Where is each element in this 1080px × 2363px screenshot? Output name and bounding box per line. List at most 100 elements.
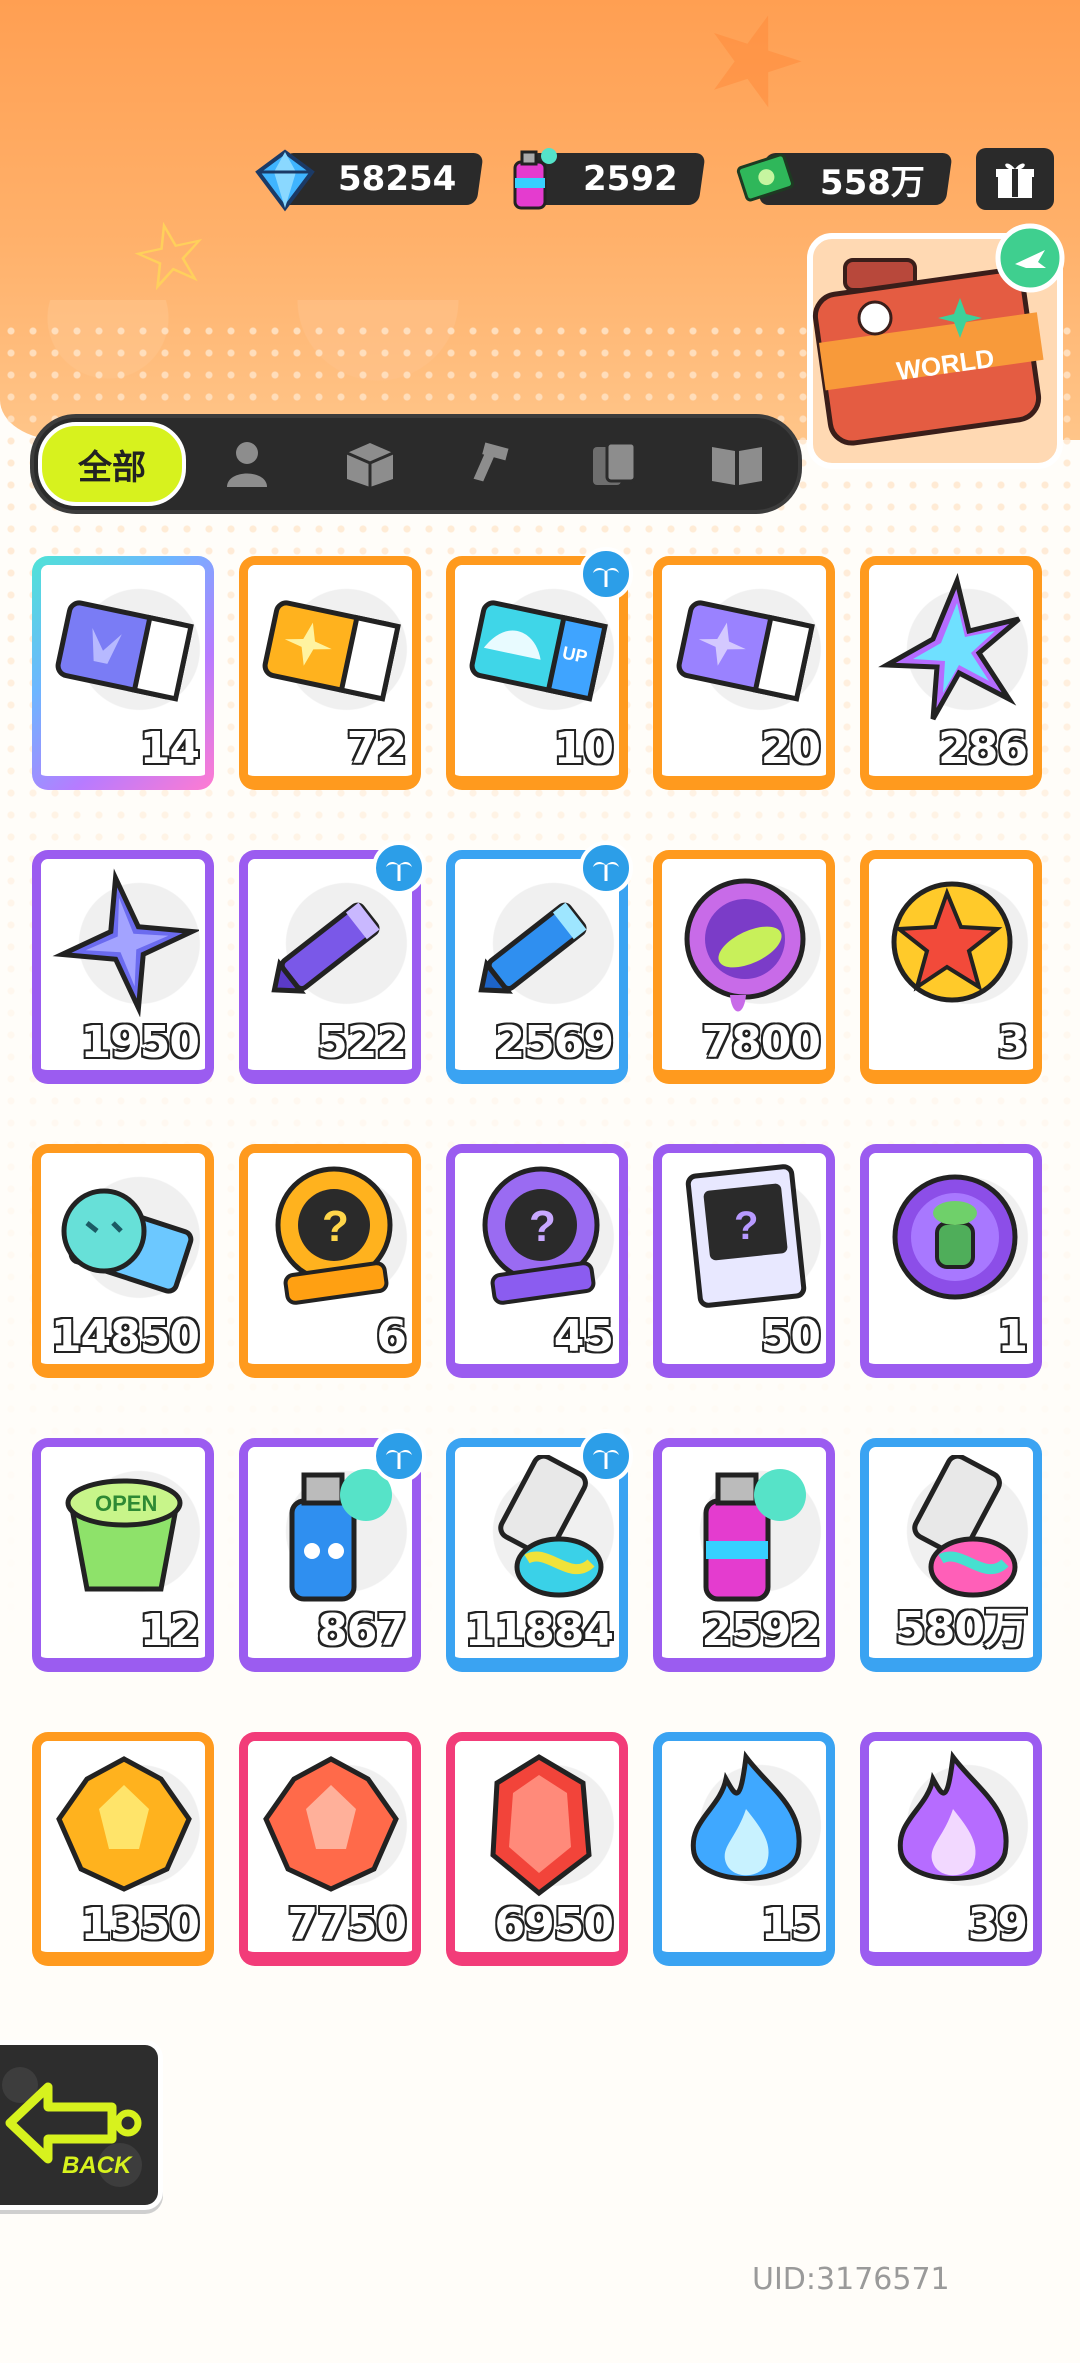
item-count: 14850 (50, 1310, 201, 1363)
item-count: 11884 (464, 1604, 615, 1657)
tab-character[interactable] (186, 426, 308, 502)
inventory-item-deity-purple[interactable]: ? 45 (446, 1144, 628, 1378)
svg-text:?: ? (529, 1202, 556, 1251)
tab-books[interactable] (676, 426, 798, 502)
spray-can-icon (513, 148, 557, 210)
tab-weapons[interactable] (431, 426, 553, 502)
item-count: 7800 (701, 1016, 822, 1069)
cash-icon (736, 153, 794, 202)
item-count: 12 (139, 1604, 201, 1657)
star-doodle-icon: ☆ (119, 195, 221, 316)
diamond-icon (255, 149, 315, 212)
item-count: 50 (760, 1310, 822, 1363)
cash-amount: 558万 (820, 162, 925, 203)
item-count: 39 (967, 1898, 1029, 1951)
svg-text:?: ? (734, 1204, 758, 1248)
item-count: 10 (553, 722, 615, 775)
star-blue-icon (52, 868, 199, 1017)
tab-all[interactable]: 全部 (38, 422, 186, 506)
currency-diamond[interactable]: 58254 (250, 149, 484, 212)
gem-gold-icon (56, 1756, 192, 1892)
currency-spray[interactable]: 2592 (495, 148, 706, 210)
svg-text:OPEN: OPEN (95, 1491, 157, 1516)
ticket-gold-icon (262, 600, 401, 702)
gem-red-icon (263, 1756, 399, 1892)
cool-badge-icon (684, 878, 806, 1012)
deity-gold-icon: ? (275, 1166, 393, 1305)
back-arrow-icon: BACK (2, 2067, 142, 2187)
inventory-item-season-ticket[interactable]: 14850 (32, 1144, 214, 1378)
inventory-item-ticket-purple[interactable]: 14 (32, 556, 214, 790)
palm-tree-badge-icon (579, 841, 633, 895)
tube-pink-icon (912, 1455, 1018, 1598)
svg-text:?: ? (322, 1202, 349, 1251)
inventory-item-ticket-violet[interactable]: 20 (653, 556, 835, 790)
palm-tree-badge-icon (579, 547, 633, 601)
item-count: 6950 (494, 1898, 615, 1951)
back-button[interactable]: BACK (0, 2040, 163, 2210)
currency-cash[interactable]: 558万 (732, 150, 953, 208)
user-id: UID:3176571 (752, 2262, 950, 2297)
item-count: 2592 (701, 1604, 822, 1657)
inventory-item-open-cup[interactable]: OPEN 12 (32, 1438, 214, 1672)
ticket-violet-icon (676, 600, 815, 702)
inventory-item-gem-gold[interactable]: 1350 (32, 1732, 214, 1966)
item-count: 1950 (80, 1016, 201, 1069)
inventory-item-ticket-gold[interactable]: 72 (239, 556, 421, 790)
crystal-red-icon (490, 1754, 592, 1897)
inventory-item-tube-blue[interactable]: 11884 (446, 1429, 633, 1672)
item-count: 1350 (80, 1898, 201, 1951)
inventory-item-tube-pink[interactable]: 580万 (860, 1438, 1042, 1672)
cards-icon (593, 441, 637, 485)
palm-tree-badge-icon (372, 841, 426, 895)
flame-blue-icon (690, 1750, 802, 1881)
spray-amount: 2592 (583, 159, 678, 199)
item-count: 45 (553, 1310, 615, 1363)
inventory-item-crayon-purple[interactable]: 522 (239, 841, 426, 1084)
inventory-item-ticket-wave[interactable]: UP 10 (446, 547, 633, 790)
item-count: 6 (375, 1310, 408, 1363)
pet-ball-icon (892, 1174, 1018, 1300)
inventory-item-flame-purple[interactable]: 39 (860, 1732, 1042, 1966)
flame-purple-icon (897, 1750, 1009, 1881)
open-cup-icon: OPEN (65, 1478, 183, 1592)
tab-items[interactable] (308, 426, 430, 502)
ticket-purple-icon (55, 600, 194, 702)
inventory-item-crayon-blue[interactable]: 2569 (446, 841, 633, 1084)
item-count: 3 (996, 1016, 1029, 1069)
item-count: 14 (139, 722, 201, 775)
inventory-item-cool-badge[interactable]: 7800 (653, 850, 835, 1084)
inventory-item-star-blue[interactable]: 1950 (32, 850, 214, 1084)
suitcase-icon: WORLD (807, 223, 1065, 469)
inventory-item-deity-gold[interactable]: ? 6 (239, 1144, 421, 1378)
item-count: 867 (316, 1604, 408, 1657)
category-tab-bar: 全部 (30, 414, 802, 514)
star-rainbow-icon (878, 573, 1021, 721)
inventory-item-star-badge[interactable]: 3 (860, 850, 1042, 1084)
palm-tree-badge-icon (372, 1429, 426, 1483)
item-count: 2569 (494, 1016, 615, 1069)
inventory-item-spray-pink[interactable]: 2592 (653, 1438, 835, 1672)
world-suitcase-button[interactable]: WORLD (800, 218, 1070, 478)
inventory-item-star-rainbow[interactable]: 286 (860, 556, 1042, 790)
tab-cards[interactable] (553, 426, 675, 502)
inventory-item-spray-blue[interactable]: 867 (239, 1429, 426, 1672)
gift-button[interactable] (976, 148, 1054, 210)
deity-purple-icon: ? (482, 1166, 600, 1305)
gun-icon (473, 442, 509, 482)
item-count: 286 (937, 722, 1029, 775)
inventory-item-gem-red[interactable]: 7750 (239, 1732, 421, 1966)
inventory-grid: 14 72 UP 10 20 286 1950 522 2569 7800 3 14850? 6? 45?… (32, 547, 1052, 1966)
inventory-item-crystal-red[interactable]: 6950 (446, 1732, 628, 1966)
item-count: 72 (346, 722, 408, 775)
item-count: 522 (316, 1016, 408, 1069)
palm-tree-badge-icon (579, 1429, 633, 1483)
season-ticket-icon (61, 1188, 194, 1294)
inventory-item-travel-card[interactable]: ? 50 (653, 1144, 835, 1378)
item-count: 15 (760, 1898, 822, 1951)
gift-box-icon (996, 163, 1034, 198)
inventory-item-pet-ball[interactable]: 1 (860, 1144, 1042, 1378)
inventory-item-flame-blue[interactable]: 15 (653, 1732, 835, 1966)
item-count: 580万 (894, 1602, 1029, 1655)
item-count: 20 (760, 722, 822, 775)
